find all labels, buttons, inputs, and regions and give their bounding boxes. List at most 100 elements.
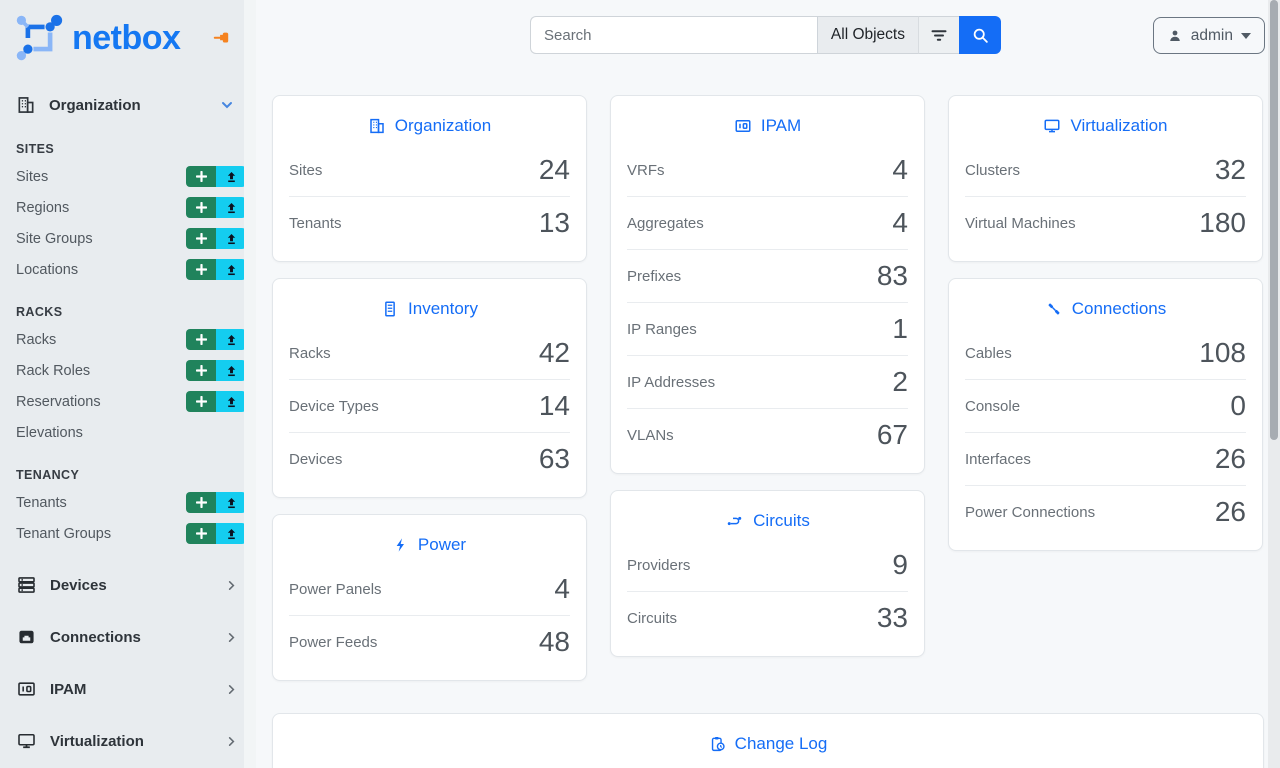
stat-label[interactable]: Power Connections xyxy=(965,504,1095,521)
stat-label[interactable]: Aggregates xyxy=(627,215,704,232)
sidebar-item-organization[interactable]: Organization xyxy=(0,88,256,122)
search-input[interactable] xyxy=(530,16,817,54)
import-button[interactable] xyxy=(216,391,246,412)
sidebar-link-elevations[interactable]: Elevations xyxy=(16,425,83,441)
stat-value[interactable]: 2 xyxy=(892,365,908,399)
card-changelog-title[interactable]: Change Log xyxy=(273,714,1263,762)
stat-label[interactable]: Virtual Machines xyxy=(965,215,1076,232)
pin-sidebar-icon[interactable] xyxy=(212,29,230,47)
import-button[interactable] xyxy=(216,197,246,218)
sidebar-item-connections[interactable]: Connections xyxy=(0,611,256,663)
stat-label[interactable]: Interfaces xyxy=(965,451,1031,468)
sidebar-link-tenant-groups[interactable]: Tenant Groups xyxy=(16,526,111,542)
import-button[interactable] xyxy=(216,329,246,350)
card-ipam-title[interactable]: IPAM xyxy=(611,96,924,144)
import-button[interactable] xyxy=(216,166,246,187)
import-button[interactable] xyxy=(216,259,246,280)
stat-row: Devices 63 xyxy=(289,432,570,485)
card-organization-title[interactable]: Organization xyxy=(273,96,586,144)
card-circuits-title[interactable]: Circuits xyxy=(611,491,924,539)
stat-label[interactable]: Sites xyxy=(289,162,322,179)
stat-label[interactable]: Clusters xyxy=(965,162,1020,179)
scrollbar-thumb[interactable] xyxy=(1270,0,1278,440)
clipboard-clock-icon xyxy=(709,735,726,753)
card-connections-title[interactable]: Connections xyxy=(949,279,1262,327)
stat-label[interactable]: Power Feeds xyxy=(289,634,377,651)
netbox-logo-icon[interactable] xyxy=(14,13,64,63)
stat-label[interactable]: VLANs xyxy=(627,427,674,444)
import-button[interactable] xyxy=(216,228,246,249)
card-inventory-title[interactable]: Inventory xyxy=(273,279,586,327)
stat-value[interactable]: 26 xyxy=(1215,495,1246,529)
stat-label[interactable]: IP Addresses xyxy=(627,374,715,391)
sidebar-link-tenants[interactable]: Tenants xyxy=(16,495,67,511)
stat-label[interactable]: Providers xyxy=(627,557,690,574)
stat-value[interactable]: 14 xyxy=(539,389,570,423)
sidebar-link-reservations[interactable]: Reservations xyxy=(16,394,101,410)
stat-label[interactable]: Console xyxy=(965,398,1020,415)
add-button[interactable] xyxy=(186,259,216,280)
sidebar-item-virtualization[interactable]: Virtualization xyxy=(0,715,256,767)
add-button[interactable] xyxy=(186,523,216,544)
stat-value[interactable]: 108 xyxy=(1199,336,1246,370)
card-organization: Organization Sites 24 Tenants 13 xyxy=(272,95,587,262)
stat-value[interactable]: 33 xyxy=(877,601,908,635)
filter-button[interactable] xyxy=(918,16,959,54)
add-button[interactable] xyxy=(186,166,216,187)
search-button[interactable] xyxy=(959,16,1001,54)
stat-value[interactable]: 4 xyxy=(892,153,908,187)
stat-label[interactable]: Prefixes xyxy=(627,268,681,285)
netbox-wordmark[interactable]: netbox xyxy=(72,19,180,58)
search-scope-select[interactable]: All Objects xyxy=(817,16,918,54)
stat-label[interactable]: Device Types xyxy=(289,398,379,415)
stat-value[interactable]: 9 xyxy=(892,548,908,582)
stat-row: Circuits 33 xyxy=(627,591,908,644)
stat-value[interactable]: 4 xyxy=(554,572,570,606)
stat-value[interactable]: 4 xyxy=(892,206,908,240)
sidebar-group-header-racks: RACKS xyxy=(16,305,240,319)
sidebar-link-regions[interactable]: Regions xyxy=(16,200,69,216)
add-button[interactable] xyxy=(186,391,216,412)
stat-value[interactable]: 13 xyxy=(539,206,570,240)
stat-value[interactable]: 0 xyxy=(1230,389,1246,423)
card-power-title[interactable]: Power xyxy=(273,515,586,563)
add-button[interactable] xyxy=(186,228,216,249)
sidebar-link-locations[interactable]: Locations xyxy=(16,262,78,278)
stat-value[interactable]: 180 xyxy=(1199,206,1246,240)
card-virtualization-title[interactable]: Virtualization xyxy=(949,96,1262,144)
import-button[interactable] xyxy=(216,523,246,544)
sidebar-item-ipam[interactable]: IPAM xyxy=(0,663,256,715)
stat-value[interactable]: 1 xyxy=(892,312,908,346)
add-button[interactable] xyxy=(186,329,216,350)
sidebar-link-racks[interactable]: Racks xyxy=(16,332,56,348)
stat-label[interactable]: Racks xyxy=(289,345,331,362)
stat-label[interactable]: Tenants xyxy=(289,215,342,232)
sidebar-link-rack-roles[interactable]: Rack Roles xyxy=(16,363,90,379)
import-button[interactable] xyxy=(216,360,246,381)
user-menu-button[interactable]: admin xyxy=(1153,17,1265,54)
sidebar-item-devices[interactable]: Devices xyxy=(0,559,256,611)
stat-value[interactable]: 42 xyxy=(539,336,570,370)
stat-label[interactable]: Devices xyxy=(289,451,342,468)
add-button[interactable] xyxy=(186,360,216,381)
sidebar-link-sites[interactable]: Sites xyxy=(16,169,48,185)
stat-label[interactable]: VRFs xyxy=(627,162,665,179)
page-scrollbar[interactable] xyxy=(1268,0,1280,768)
stat-label[interactable]: IP Ranges xyxy=(627,321,697,338)
stat-value[interactable]: 63 xyxy=(539,442,570,476)
stat-label[interactable]: Circuits xyxy=(627,610,677,627)
add-button[interactable] xyxy=(186,197,216,218)
filter-icon xyxy=(931,29,947,42)
stat-label[interactable]: Power Panels xyxy=(289,581,382,598)
stat-value[interactable]: 32 xyxy=(1215,153,1246,187)
stat-value[interactable]: 26 xyxy=(1215,442,1246,476)
add-button[interactable] xyxy=(186,492,216,513)
stat-value[interactable]: 67 xyxy=(877,418,908,452)
sidebar-link-site-groups[interactable]: Site Groups xyxy=(16,231,93,247)
sidebar-item-racks: Racks xyxy=(0,324,256,355)
stat-value[interactable]: 48 xyxy=(539,625,570,659)
stat-value[interactable]: 24 xyxy=(539,153,570,187)
stat-value[interactable]: 83 xyxy=(877,259,908,293)
import-button[interactable] xyxy=(216,492,246,513)
stat-label[interactable]: Cables xyxy=(965,345,1012,362)
